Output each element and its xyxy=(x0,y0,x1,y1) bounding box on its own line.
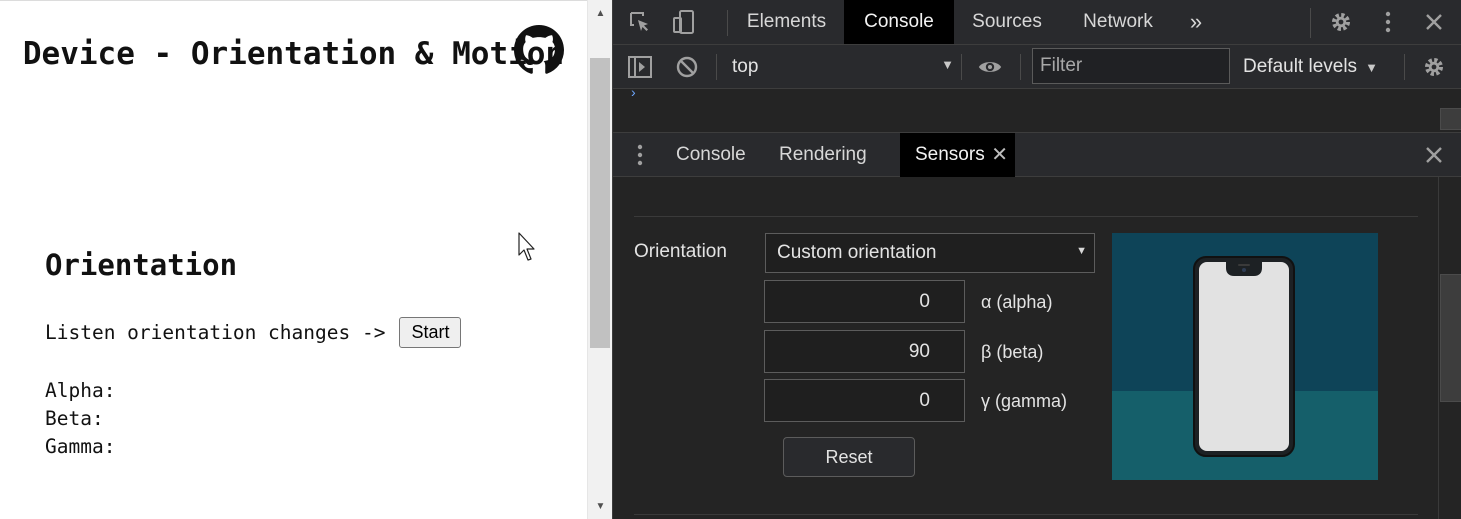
scroll-up-arrow-icon[interactable]: ▲ xyxy=(588,0,613,26)
log-levels-select[interactable]: Default levels ▼ xyxy=(1243,53,1378,81)
sensors-panel: Orientation Custom orientation ▼ α (alph… xyxy=(613,177,1461,519)
sensors-scroll-thumb[interactable] xyxy=(1440,274,1461,402)
page-scrollbar[interactable]: ▲ ▼ xyxy=(587,0,612,519)
chevron-down-icon: ▼ xyxy=(941,57,954,72)
toolbar-divider xyxy=(727,10,728,36)
toolbar-divider xyxy=(1020,54,1021,80)
page-title: Device - Orientation & Motion xyxy=(22,36,565,72)
drawer-tab-sensors-label: Sensors xyxy=(915,144,985,165)
chevron-down-icon: ▼ xyxy=(1365,59,1378,75)
toolbar-divider xyxy=(716,54,717,80)
drawer-tab-rendering[interactable]: Rendering xyxy=(779,133,867,177)
scroll-down-arrow-icon[interactable]: ▼ xyxy=(588,493,613,519)
beta-label: β (beta) xyxy=(981,342,1044,362)
listen-orientation-label: Listen orientation changes -> xyxy=(45,321,386,344)
sensors-scrollbar[interactable] xyxy=(1438,177,1461,519)
beta-input[interactable] xyxy=(764,330,965,373)
phone-speaker xyxy=(1238,264,1250,266)
execution-context-select[interactable]: top ▼ xyxy=(732,53,954,81)
listen-row: Listen orientation changes -> Start xyxy=(45,317,462,348)
orientation-label: Orientation xyxy=(634,241,727,262)
gamma-readout: Gamma: xyxy=(45,435,116,458)
devtools-panel: Elements Console Sources Network » top ▼ xyxy=(612,0,1461,519)
page-scroll-thumb[interactable] xyxy=(590,58,610,348)
drawer-menu-icon[interactable] xyxy=(627,142,653,168)
settings-gear-icon[interactable] xyxy=(1328,9,1354,35)
context-value: top xyxy=(732,56,759,77)
console-output-area[interactable]: › xyxy=(613,84,1461,132)
more-tabs-chevron-icon[interactable]: » xyxy=(1180,0,1212,44)
console-toolbar: top ▼ Default levels ▼ xyxy=(613,45,1461,89)
toolbar-divider xyxy=(1310,8,1311,38)
tab-console[interactable]: Console xyxy=(844,0,954,44)
drawer-tab-console[interactable]: Console xyxy=(676,133,746,177)
drawer-tab-sensors[interactable]: Sensors ✕ xyxy=(900,133,1015,177)
mouse-cursor-icon xyxy=(518,232,535,261)
device-toolbar-icon[interactable] xyxy=(671,9,697,35)
reset-orientation-button[interactable]: Reset xyxy=(783,437,915,477)
orientation-preset-value: Custom orientation xyxy=(777,242,937,263)
gamma-label: γ (gamma) xyxy=(981,391,1068,411)
inspect-element-icon[interactable] xyxy=(627,9,653,35)
console-settings-gear-icon[interactable] xyxy=(1421,54,1447,80)
alpha-input[interactable] xyxy=(764,280,965,323)
levels-label: Default levels xyxy=(1243,56,1358,77)
orientation-heading: Orientation xyxy=(45,248,238,282)
close-drawer-icon[interactable] xyxy=(1421,142,1447,168)
tab-network[interactable]: Network xyxy=(1066,0,1170,44)
section-divider xyxy=(634,216,1418,217)
console-filter-input[interactable] xyxy=(1032,48,1230,84)
clear-console-icon[interactable] xyxy=(674,54,700,80)
demo-page: Device - Orientation & Motion Orientatio… xyxy=(0,0,587,519)
live-expression-eye-icon[interactable] xyxy=(977,54,1003,80)
section-divider xyxy=(634,514,1418,515)
github-icon[interactable] xyxy=(514,25,564,75)
toolbar-divider xyxy=(1404,54,1405,80)
beta-readout: Beta: xyxy=(45,407,104,430)
toolbar-divider xyxy=(961,54,962,80)
orientation-phone-preview[interactable] xyxy=(1112,233,1378,480)
more-vertical-icon[interactable] xyxy=(1375,9,1401,35)
console-prompt-chevron-icon: › xyxy=(631,84,636,100)
close-sensors-tab-icon[interactable]: ✕ xyxy=(991,142,1008,167)
alpha-readout: Alpha: xyxy=(45,379,116,402)
phone-camera xyxy=(1242,268,1246,272)
phone-screen xyxy=(1199,262,1289,451)
close-icon[interactable] xyxy=(1421,9,1447,35)
console-scroll-thumb[interactable] xyxy=(1440,108,1461,130)
chevron-down-icon: ▼ xyxy=(1076,245,1087,257)
devtools-main-toolbar: Elements Console Sources Network » xyxy=(613,0,1461,45)
tab-sources[interactable]: Sources xyxy=(958,0,1056,44)
orientation-readouts: Alpha: Beta: Gamma: xyxy=(45,377,115,461)
tab-elements[interactable]: Elements xyxy=(733,0,840,44)
gamma-input[interactable] xyxy=(764,379,965,422)
sidebar-toggle-icon[interactable] xyxy=(627,54,653,80)
start-button[interactable]: Start xyxy=(399,317,462,348)
orientation-preset-select[interactable]: Custom orientation ▼ xyxy=(765,233,1095,273)
drawer-tab-bar: Console Rendering Sensors ✕ xyxy=(613,132,1461,177)
alpha-label: α (alpha) xyxy=(981,292,1053,312)
